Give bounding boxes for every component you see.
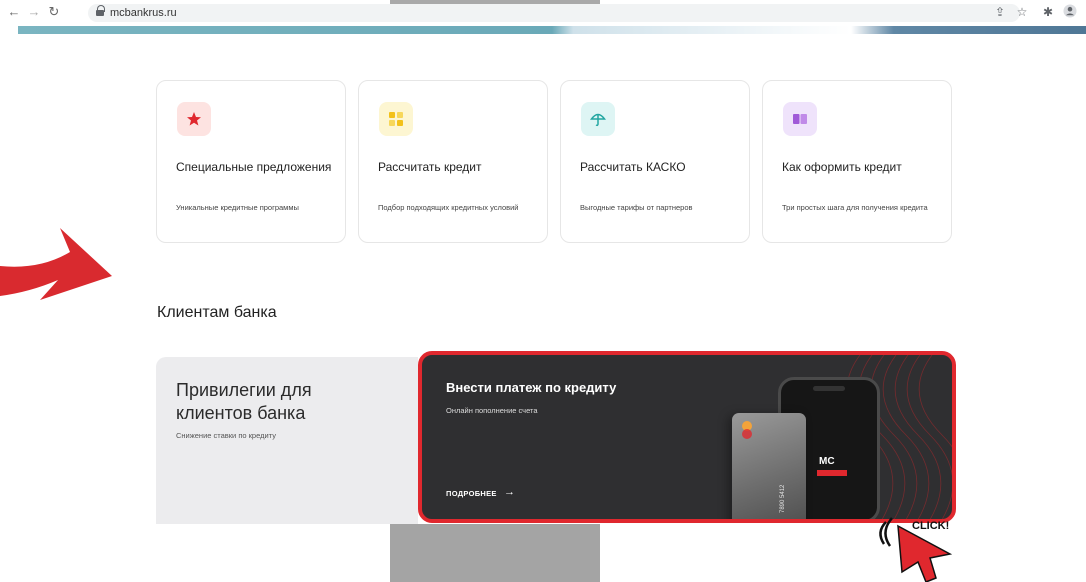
red-arrow-icon	[0, 228, 112, 300]
privileges-card[interactable]: Привилегии для клиентов банка Снижение с…	[156, 357, 418, 524]
phone-red-bar	[817, 470, 847, 476]
bank-card-illustration: 7890 5412	[732, 413, 806, 519]
card-subtitle: Выгодные тарифы от партнеров	[580, 203, 693, 212]
section-title: Клиентам банка	[157, 304, 277, 321]
calculator-icon	[379, 102, 413, 136]
privileges-title: Привилегии для клиентов банка	[176, 380, 312, 423]
gray-overlay-bottom	[390, 524, 600, 582]
share-icon[interactable]: ⇪	[992, 4, 1008, 20]
card-title: Специальные предложения	[176, 160, 332, 174]
pay-loan-card[interactable]: Внести платеж по кредиту Онлайн пополнен…	[418, 351, 956, 523]
card-logo-icon	[742, 429, 752, 439]
privileges-subtitle: Снижение ставки по кредиту	[176, 431, 276, 440]
click-cursor-icon: CLICK!	[879, 517, 952, 582]
card-calculate-kasko[interactable]: Рассчитать КАСКО Выгодные тарифы от парт…	[560, 80, 750, 243]
address-bar[interactable]: mcbankrus.ru	[88, 4, 1020, 22]
profile-icon[interactable]	[1062, 4, 1078, 20]
card-special-offers[interactable]: Специальные предложения Уникальные креди…	[156, 80, 346, 243]
lock-icon	[96, 5, 105, 17]
book-icon	[783, 102, 817, 136]
header-banner-strip	[18, 26, 1086, 34]
phone-notch	[813, 386, 845, 391]
extensions-icon[interactable]: ✱	[1040, 4, 1056, 20]
card-how-to-get-credit[interactable]: Как оформить кредит Три простых шага для…	[762, 80, 952, 243]
pay-loan-subtitle: Онлайн пополнение счета	[446, 406, 538, 415]
star-icon[interactable]: ☆	[1014, 4, 1030, 20]
click-label: CLICK!	[912, 520, 949, 532]
url-text: mcbankrus.ru	[110, 7, 177, 19]
card-number: 7890 5412	[780, 484, 786, 513]
card-subtitle: Три простых шага для получения кредита	[782, 203, 928, 212]
phone-logo-text: MC	[819, 456, 835, 467]
pay-loan-title: Внести платеж по кредиту	[446, 380, 617, 395]
forward-icon[interactable]: →	[26, 4, 42, 20]
gray-overlay-top	[390, 0, 600, 4]
card-subtitle: Подбор подходящих кредитных условий	[378, 203, 519, 212]
card-title: Рассчитать кредит	[378, 160, 482, 174]
back-icon[interactable]: ←	[6, 4, 22, 20]
reload-icon[interactable]: ↻	[46, 4, 62, 20]
umbrella-icon	[581, 102, 615, 136]
arrow-right-icon: →	[504, 486, 515, 498]
card-calculate-credit[interactable]: Рассчитать кредит Подбор подходящих кред…	[358, 80, 548, 243]
more-link[interactable]: ПОДРОБНЕЕ	[446, 489, 497, 498]
card-title: Как оформить кредит	[782, 160, 902, 174]
card-subtitle: Уникальные кредитные программы	[176, 203, 299, 212]
star-icon	[177, 102, 211, 136]
card-title: Рассчитать КАСКО	[580, 160, 686, 174]
